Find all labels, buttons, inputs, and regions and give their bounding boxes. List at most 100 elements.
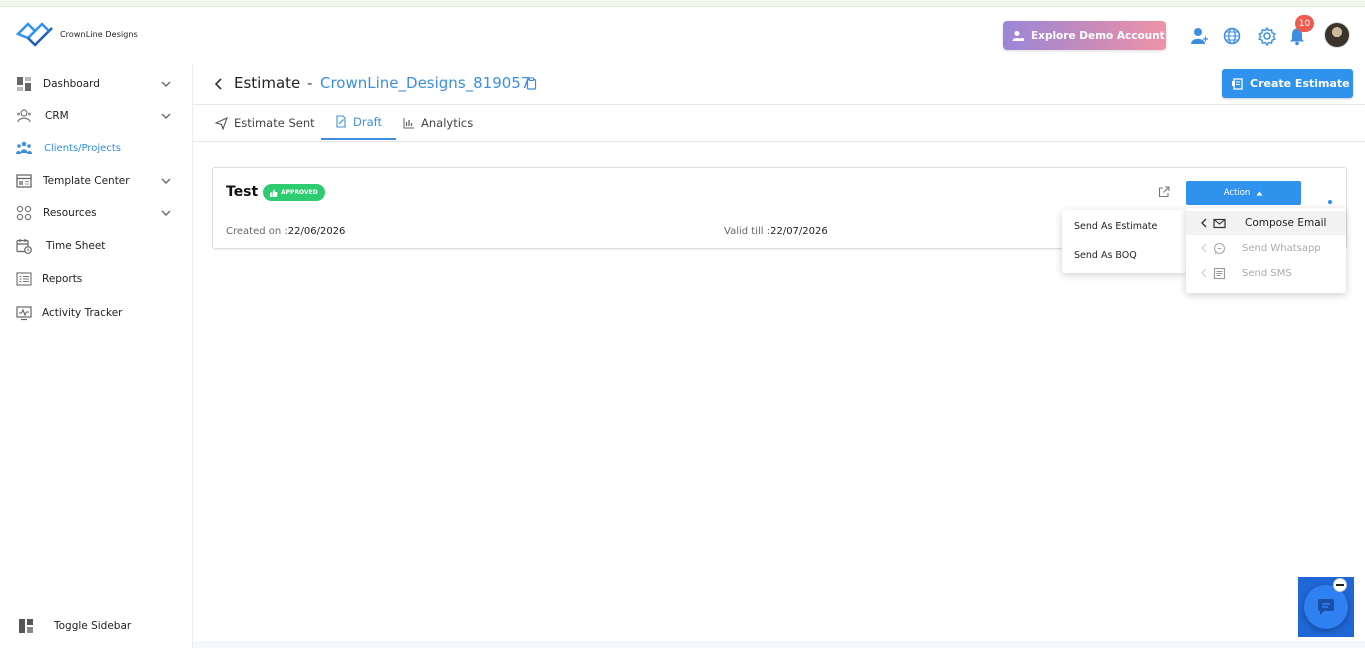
chat-widget[interactable] [1298,577,1354,637]
chevron-left-icon [1201,218,1207,228]
valid-till: Valid till :22/07/2026 [724,226,828,237]
action-dropdown-menu: Compose Email Send Whatsapp Send SMS [1186,208,1346,293]
sidebar-item-reports[interactable]: Reports [0,268,192,290]
sidebar-item-crm[interactable]: CRM [0,105,192,127]
page-title: Estimate [234,74,301,92]
sidebar-item-template-center[interactable]: Template Center [0,170,192,192]
sidebar-item-label: Dashboard [43,78,100,90]
bottom-strip [193,641,1365,648]
chevron-down-icon [161,178,171,184]
created-label: Created on : [226,226,288,237]
sidebar-item-time-sheet[interactable]: Time Sheet [0,235,192,257]
sms-icon [1213,267,1226,279]
send-as-estimate-item[interactable]: Send As Estimate [1074,221,1157,232]
toggle-sidebar-button[interactable]: Toggle Sidebar [0,615,192,637]
created-on: Created on :22/06/2026 [226,226,345,237]
page-header: Estimate - CrownLine_Designs_819057 Crea… [193,63,1365,105]
tab-label: Draft [353,114,382,129]
chevron-left-icon [1201,268,1207,278]
avatar[interactable] [1324,22,1350,48]
user-switch-icon [1012,30,1024,41]
explore-demo-label: Explore Demo Account [1031,29,1165,42]
sidebar: Dashboard CRM Clients/Projects Template … [0,63,193,648]
create-estimate-button[interactable]: Create Estimate [1222,69,1353,98]
top-strip [0,0,1365,7]
status-badge: APPROVED [263,184,325,201]
chevron-down-icon [161,210,171,216]
dropdown-item-label: Send SMS [1242,267,1292,279]
minus-icon [1336,584,1344,586]
logo-mark-icon [16,22,53,47]
top-header: CrownLine Designs Explore Demo Account 1… [0,7,1365,63]
valid-label: Valid till : [724,226,771,237]
tab-label: Estimate Sent [234,116,315,130]
sidebar-item-label: Resources [43,207,97,219]
tab-label: Analytics [421,116,474,130]
crm-icon [17,109,31,123]
notification-badge: 10 [1295,15,1314,32]
edit-document-icon [336,115,346,128]
dropdown-item-label: Compose Email [1245,217,1327,229]
valid-value: 22/07/2026 [770,226,828,237]
mail-icon [1213,218,1226,228]
activity-icon [16,306,32,321]
sidebar-item-activity-tracker[interactable]: Activity Tracker [0,302,192,324]
app-logo[interactable]: CrownLine Designs [16,19,138,49]
send-icon [215,116,228,130]
chat-icon [1213,242,1226,254]
tab-draft[interactable]: Draft [321,105,396,140]
logo-text: CrownLine Designs [60,29,138,39]
status-label: APPROVED [281,189,318,196]
send-submenu: Send As Estimate Send As BOQ [1062,210,1186,273]
timesheet-icon [16,239,32,254]
globe-icon[interactable] [1222,26,1242,46]
send-as-boq-item[interactable]: Send As BOQ [1074,250,1137,261]
created-value: 22/06/2026 [287,226,346,237]
add-user-icon[interactable] [1189,26,1209,46]
sidebar-layout-icon [19,619,33,633]
copy-icon[interactable] [526,77,537,90]
estimate-tabs: Estimate Sent Draft Analytics [193,105,1365,142]
resources-icon [16,205,32,221]
chevron-down-icon [161,113,171,119]
template-icon [16,174,32,188]
sidebar-item-label: Time Sheet [46,240,106,252]
create-estimate-label: Create Estimate [1250,77,1350,90]
explore-demo-button[interactable]: Explore Demo Account [1003,21,1166,50]
toggle-sidebar-label: Toggle Sidebar [54,620,132,632]
clients-icon [16,141,32,154]
chevron-left-icon [1201,243,1207,253]
chat-bubble-icon [1318,599,1334,615]
action-dropdown-button[interactable]: Action [1186,181,1301,205]
sidebar-item-label: Reports [42,273,83,285]
dashboard-icon [17,77,31,91]
action-label: Action [1223,188,1251,198]
back-arrow-icon[interactable] [213,77,225,91]
gear-icon[interactable] [1257,26,1277,46]
send-whatsapp-item[interactable]: Send Whatsapp [1186,236,1346,260]
external-link-icon[interactable] [1158,186,1170,198]
minimize-chat-button[interactable] [1333,578,1347,592]
reports-icon [16,272,32,286]
sidebar-item-label: Activity Tracker [42,307,123,319]
sidebar-item-clients-projects[interactable]: Clients/Projects [0,137,192,159]
tab-analytics[interactable]: Analytics [403,105,473,141]
bar-chart-icon [403,118,414,129]
sidebar-item-label: Template Center [43,175,130,187]
sidebar-item-dashboard[interactable]: Dashboard [0,73,192,95]
send-sms-item[interactable]: Send SMS [1186,261,1346,285]
dropdown-item-label: Send Whatsapp [1242,242,1321,254]
sidebar-item-label: CRM [45,110,69,122]
chevron-down-icon [161,81,171,87]
document-add-icon [1232,77,1243,90]
thumbs-up-icon [270,189,278,197]
title-separator: - [307,74,313,92]
more-options-icon[interactable] [1328,200,1332,204]
compose-email-item[interactable]: Compose Email [1186,211,1346,235]
tab-estimate-sent[interactable]: Estimate Sent [215,105,315,141]
sidebar-item-resources[interactable]: Resources [0,202,192,224]
project-id[interactable]: CrownLine_Designs_819057 [320,74,530,92]
estimate-name: Test [226,184,259,200]
sidebar-item-label: Clients/Projects [44,142,121,154]
caret-up-icon [1256,191,1263,195]
